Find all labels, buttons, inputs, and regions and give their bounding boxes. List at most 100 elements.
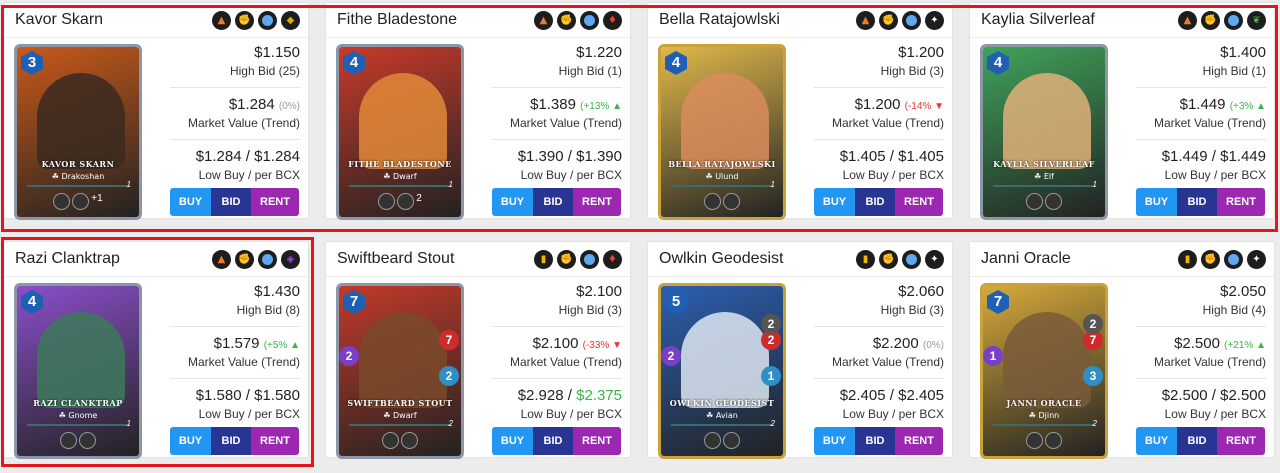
magic-stat: 2 — [339, 346, 359, 366]
card-race: ☘ Djinn — [1028, 411, 1060, 420]
bid-button[interactable]: BID — [855, 427, 895, 455]
highlight-razi-card — [1, 237, 314, 467]
card-race: ☘ Avian — [706, 411, 738, 420]
bid-button[interactable]: BID — [533, 427, 573, 455]
card-listing[interactable]: Janni Oracle ▮ ✊ ✦ 7 7 2 1 3 JANNI ORACLE ☘ Djinn 2… — [969, 241, 1275, 459]
divider — [970, 276, 1274, 277]
character-portrait — [681, 312, 769, 408]
card-icon: ▮ — [534, 250, 553, 269]
card-icon: ▮ — [1178, 250, 1197, 269]
magic-stat: 2 — [661, 346, 681, 366]
card-listing[interactable]: Swiftbeard Stout ▮ ✊ ♦ 7 7 2 2 SWIFTBEARD STOUT ☘… — [325, 241, 631, 459]
fire-drop-icon: ♦ — [603, 250, 622, 269]
health-stat: 7 — [439, 330, 459, 350]
card-icon: ▮ — [856, 250, 875, 269]
card-art-title: JANNI ORACLE — [1006, 398, 1082, 408]
market-value-label: Market Value (Trend) — [831, 355, 944, 369]
action-buttons: BUY BID RENT — [1136, 427, 1265, 455]
action-buttons: BUY BID RENT — [814, 427, 943, 455]
card-art-title: SWIFTBEARD STOUT — [347, 398, 453, 408]
star-icon: ✦ — [925, 250, 944, 269]
market-value: $2.100 (-33% ▼ — [492, 335, 622, 352]
card-listing[interactable]: Owlkin Geodesist ▮ ✊ ✦ 5 2 2 2 1 OWLKIN GEODESIST… — [647, 241, 953, 459]
card-art[interactable]: 7 7 2 1 3 JANNI ORACLE ☘ Djinn 2 — [980, 283, 1108, 459]
market-value-label: Market Value (Trend) — [509, 355, 622, 369]
high-bid-price: $2.060 — [898, 283, 944, 300]
divider — [492, 378, 622, 379]
low-buy: $2.405 / $2.405 — [839, 387, 944, 404]
low-buy-label: Low Buy / per BCX — [1164, 407, 1266, 421]
attack-stat: 2 — [761, 314, 781, 334]
market-price: $2.200 — [872, 335, 919, 352]
card-badges: ▮ ✊ ✦ — [856, 250, 944, 269]
trend-indicator: (+21% ▲ — [1224, 340, 1266, 351]
action-buttons: BUY BID RENT — [492, 427, 621, 455]
card-badges: ▮ ✊ ✦ — [1178, 250, 1266, 269]
divider — [648, 276, 952, 277]
high-bid-price: $2.050 — [1220, 283, 1266, 300]
divider — [814, 326, 944, 327]
market-value: $2.500 (+21% ▲ — [1136, 335, 1266, 352]
card-art[interactable]: 5 2 2 2 1 OWLKIN GEODESIST ☘ Avian 2 — [658, 283, 786, 459]
level-bar — [993, 424, 1095, 426]
rent-button[interactable]: RENT — [895, 427, 943, 455]
divider — [814, 378, 944, 379]
buy-button[interactable]: BUY — [814, 427, 855, 455]
melee-icon: ✊ — [557, 250, 576, 269]
magic-stat: 1 — [983, 346, 1003, 366]
low-buy: $2.500 / $2.500 — [1161, 387, 1266, 404]
star-icon: ✦ — [1247, 250, 1266, 269]
card-badges: ▮ ✊ ♦ — [534, 250, 622, 269]
ability-icon — [723, 432, 740, 449]
speed-stat: 1 — [761, 366, 781, 386]
bid-button[interactable]: BID — [1177, 427, 1217, 455]
trend-indicator: (-33% ▼ — [582, 340, 622, 351]
high-bid-label: High Bid (3) — [558, 303, 622, 317]
market-value-label: Market Value (Trend) — [1153, 355, 1266, 369]
card-level: 2 — [448, 419, 453, 428]
ability-icons — [339, 432, 461, 449]
card-name[interactable]: Owlkin Geodesist — [659, 250, 784, 268]
ability-icons — [661, 432, 783, 449]
card-art-title: OWLKIN GEODESIST — [669, 398, 775, 408]
water-icon — [902, 250, 921, 269]
speed-stat: 2 — [439, 366, 459, 386]
speed-stat: 3 — [1083, 366, 1103, 386]
high-bid-price: $2.100 — [576, 283, 622, 300]
rent-button[interactable]: RENT — [573, 427, 621, 455]
buy-button[interactable]: BUY — [492, 427, 533, 455]
character-portrait — [1003, 312, 1091, 408]
rent-button[interactable]: RENT — [1217, 427, 1265, 455]
market-price: $2.500 — [1174, 335, 1220, 352]
buy-button[interactable]: BUY — [1136, 427, 1177, 455]
ability-icon — [401, 432, 418, 449]
card-art[interactable]: 7 7 2 2 SWIFTBEARD STOUT ☘ Dwarf 2 — [336, 283, 464, 459]
melee-icon: ✊ — [879, 250, 898, 269]
trend-indicator: (0%) — [922, 340, 944, 351]
divider — [492, 326, 622, 327]
character-portrait — [359, 312, 447, 408]
card-level: 2 — [1092, 419, 1097, 428]
melee-icon: ✊ — [1201, 250, 1220, 269]
low-buy: $2.928 / $2.375 — [517, 387, 622, 404]
level-bar — [349, 424, 451, 426]
ability-icon — [382, 432, 399, 449]
water-icon — [580, 250, 599, 269]
high-bid-label: High Bid (4) — [1202, 303, 1266, 317]
highlight-top-row — [1, 5, 1278, 232]
divider — [326, 276, 630, 277]
low-buy-label: Low Buy / per BCX — [520, 407, 622, 421]
low-buy-label: Low Buy / per BCX — [842, 407, 944, 421]
ability-icons — [983, 432, 1105, 449]
ability-icon — [704, 432, 721, 449]
card-level: 2 — [770, 419, 775, 428]
divider — [1136, 378, 1266, 379]
divider — [1136, 326, 1266, 327]
card-name[interactable]: Swiftbeard Stout — [337, 250, 454, 268]
card-name[interactable]: Janni Oracle — [981, 250, 1071, 268]
attack-stat: 2 — [1083, 314, 1103, 334]
ability-icon — [1045, 432, 1062, 449]
high-bid-label: High Bid (3) — [880, 303, 944, 317]
market-value: $2.200 (0%) — [814, 335, 944, 352]
market-price: $2.100 — [532, 335, 579, 352]
